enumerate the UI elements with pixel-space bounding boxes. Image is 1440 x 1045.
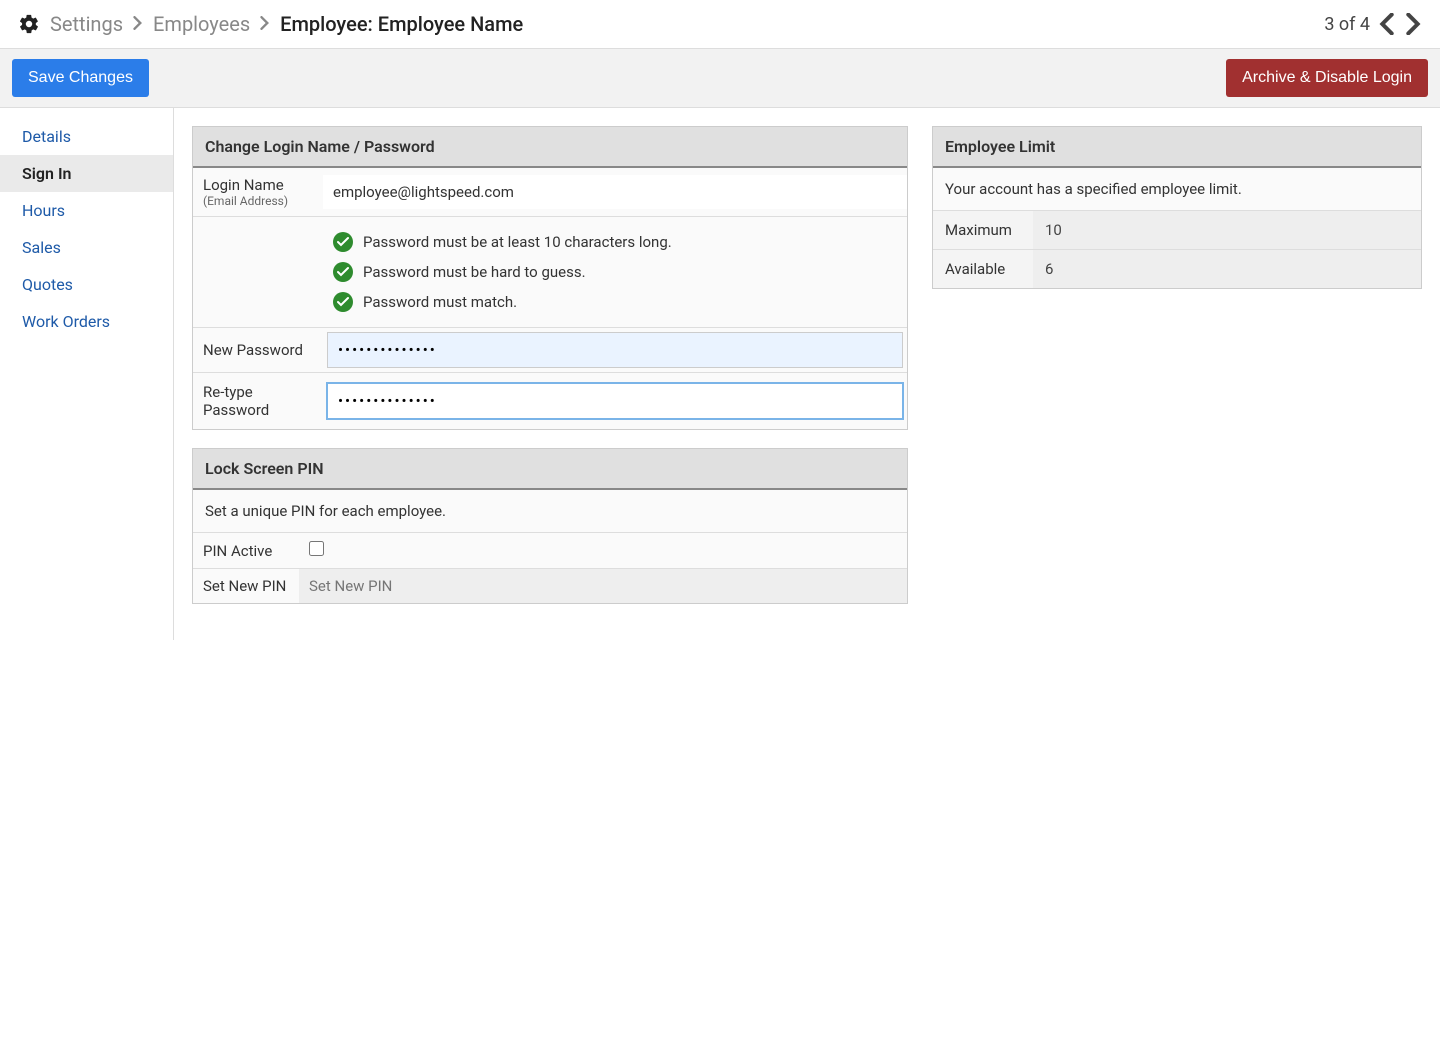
pin-active-checkbox[interactable] (309, 541, 324, 556)
login-panel: Change Login Name / Password Login Name … (192, 126, 908, 430)
set-pin-label: Set New PIN (193, 569, 299, 603)
pager-prev-button[interactable] (1378, 13, 1396, 35)
limit-panel: Employee Limit Your account has a specif… (932, 126, 1422, 289)
pager-text: 3 of 4 (1324, 14, 1370, 35)
password-rule: Password must be hard to guess. (333, 257, 897, 287)
maximum-value: 10 (1033, 211, 1421, 250)
breadcrumb-settings[interactable]: Settings (50, 12, 123, 36)
new-password-label: New Password (193, 331, 323, 369)
sidebar-item-quotes[interactable]: Quotes (0, 266, 173, 303)
sidebar: Details Sign In Hours Sales Quotes Work … (0, 108, 174, 640)
available-label: Available (933, 250, 1033, 289)
limit-panel-description: Your account has a specified employee li… (933, 168, 1421, 211)
login-name-label: Login Name (Email Address) (193, 168, 323, 216)
save-button[interactable]: Save Changes (12, 59, 149, 97)
sidebar-item-sign-in[interactable]: Sign In (0, 155, 173, 192)
chevron-right-icon (260, 15, 270, 34)
pin-panel-title: Lock Screen PIN (193, 449, 907, 490)
login-panel-title: Change Login Name / Password (193, 127, 907, 168)
set-pin-input[interactable] (299, 569, 907, 603)
pager-next-button[interactable] (1404, 13, 1422, 35)
password-rule: Password must match. (333, 287, 897, 317)
login-name-value[interactable]: employee@lightspeed.com (323, 175, 907, 209)
new-password-input[interactable] (327, 332, 903, 368)
maximum-label: Maximum (933, 211, 1033, 250)
check-icon (333, 262, 353, 282)
gear-icon[interactable] (18, 13, 40, 35)
retype-password-input[interactable] (327, 383, 903, 419)
password-rules: Password must be at least 10 characters … (323, 217, 907, 327)
available-value: 6 (1033, 250, 1421, 289)
pin-panel-description: Set a unique PIN for each employee. (193, 490, 907, 533)
check-icon (333, 232, 353, 252)
archive-button[interactable]: Archive & Disable Login (1226, 59, 1428, 97)
limit-panel-title: Employee Limit (933, 127, 1421, 168)
breadcrumb: Settings Employees Employee: Employee Na… (18, 12, 523, 36)
pin-panel: Lock Screen PIN Set a unique PIN for eac… (192, 448, 908, 604)
sidebar-item-sales[interactable]: Sales (0, 229, 173, 266)
password-rule: Password must be at least 10 characters … (333, 227, 897, 257)
pager: 3 of 4 (1324, 13, 1422, 35)
sidebar-item-hours[interactable]: Hours (0, 192, 173, 229)
check-icon (333, 292, 353, 312)
pin-active-label: PIN Active (193, 534, 299, 568)
breadcrumb-employees[interactable]: Employees (153, 12, 250, 36)
chevron-right-icon (133, 15, 143, 34)
table-row: Available 6 (933, 250, 1421, 289)
sidebar-item-work-orders[interactable]: Work Orders (0, 303, 173, 340)
table-row: Maximum 10 (933, 211, 1421, 250)
sidebar-item-details[interactable]: Details (0, 118, 173, 155)
retype-password-label: Re-type Password (193, 373, 323, 429)
breadcrumb-current: Employee: Employee Name (280, 12, 523, 36)
